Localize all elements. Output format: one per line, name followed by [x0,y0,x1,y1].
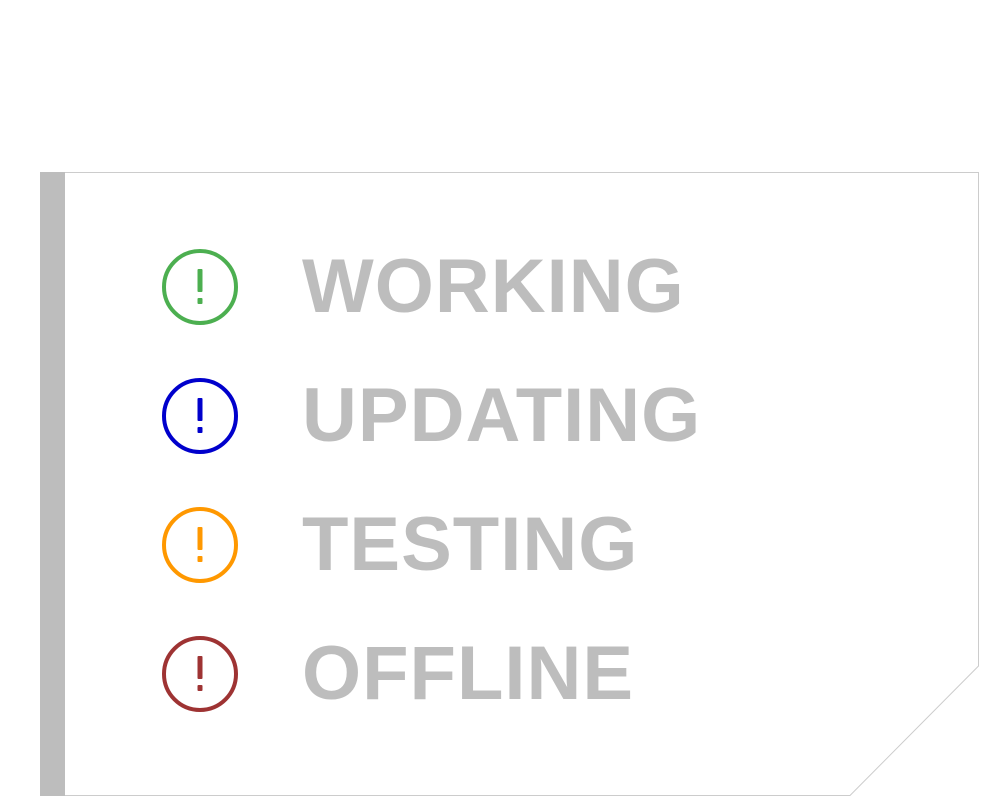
card-accent-bar [40,172,65,796]
icon-exclamation-bar [197,526,203,550]
icon-exclamation-bar [197,397,203,421]
icon-exclamation-dot [197,684,203,691]
icon-exclamation-dot [197,555,203,562]
status-label-updating: UPDATING [302,372,702,458]
alert-circle-icon [160,505,240,585]
status-label-working: WORKING [302,243,685,329]
status-row-updating: UPDATING [160,351,701,480]
status-label-offline: OFFLINE [302,630,635,716]
status-row-offline: OFFLINE [160,609,701,738]
status-legend-card: WORKING UPDATING TESTING OFFLINE [40,172,980,796]
icon-exclamation-dot [197,426,203,433]
status-row-testing: TESTING [160,480,701,609]
alert-circle-icon [160,376,240,456]
icon-exclamation-bar [197,268,203,292]
page: WORKING UPDATING TESTING OFFLINE [0,0,1000,800]
alert-circle-icon [160,634,240,714]
status-list: WORKING UPDATING TESTING OFFLINE [160,222,701,738]
status-label-testing: TESTING [302,501,639,587]
alert-circle-icon [160,247,240,327]
status-row-working: WORKING [160,222,701,351]
icon-exclamation-dot [197,297,203,304]
icon-exclamation-bar [197,655,203,679]
